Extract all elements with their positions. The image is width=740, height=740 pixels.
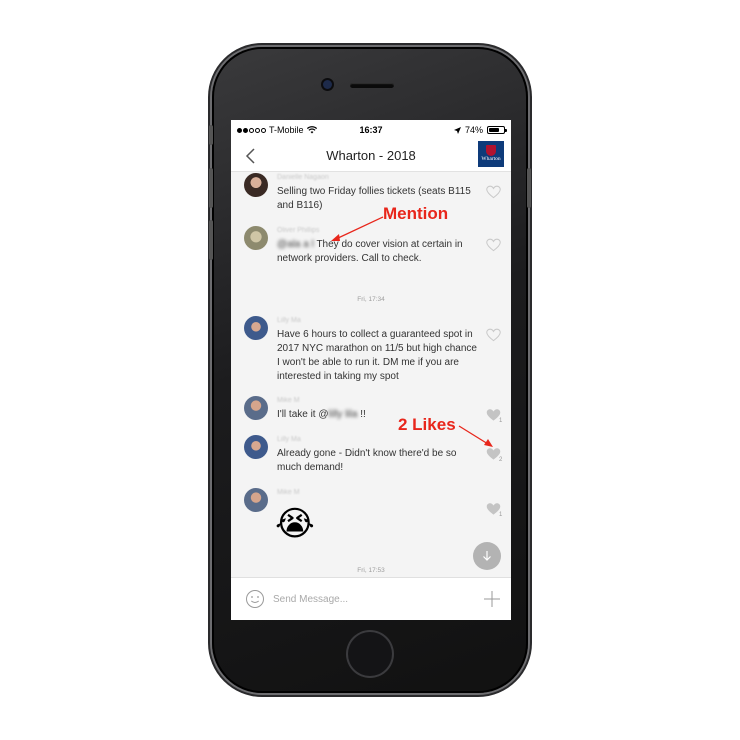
- logo-text: Wharton: [481, 156, 501, 163]
- avatar[interactable]: [244, 396, 268, 420]
- avatar[interactable]: [244, 226, 268, 250]
- message-text: Already gone - Didn't know there'd be so…: [277, 448, 457, 473]
- time-separator: Fri, 17:53: [357, 567, 385, 574]
- avatar[interactable]: [244, 316, 268, 340]
- power-button: [527, 168, 531, 208]
- battery-level: [489, 128, 500, 132]
- arrow-down-icon: [483, 551, 491, 561]
- avatar[interactable]: [244, 435, 268, 459]
- location-arrow-icon: [453, 126, 461, 134]
- group-logo[interactable]: Wharton: [478, 141, 504, 167]
- sender-name: Lilly Ma: [277, 317, 301, 324]
- group-title: Wharton - 2018: [326, 148, 416, 163]
- heart-icon[interactable]: [486, 328, 501, 342]
- navigation-bar: Wharton - 2018 Wharton: [231, 140, 511, 172]
- volume-up-button: [209, 168, 213, 208]
- home-button[interactable]: [348, 632, 392, 676]
- front-camera: [323, 80, 332, 89]
- like-count: 1: [499, 418, 503, 424]
- emoji-picker-icon[interactable]: [245, 589, 265, 609]
- mute-switch: [209, 125, 213, 145]
- likes-annotation: 2 Likes: [398, 415, 456, 434]
- scroll-to-bottom-button[interactable]: [473, 542, 501, 570]
- shield-icon: [486, 145, 496, 157]
- message-input[interactable]: [273, 589, 473, 609]
- avatar[interactable]: [244, 173, 268, 197]
- message-text: @ala a l They do cover vision at certain…: [277, 238, 477, 266]
- volume-down-button: [209, 220, 213, 260]
- like-count: 1: [499, 512, 503, 518]
- sender-name: Lilly Ma: [277, 436, 301, 443]
- sender-name: Mike M: [277, 397, 300, 404]
- like-count: 2: [499, 457, 503, 463]
- battery-icon: [487, 126, 507, 134]
- earpiece-speaker: [350, 83, 394, 88]
- time-separator: Fri, 17:34: [357, 296, 385, 303]
- message-composer: [231, 577, 511, 620]
- heart-icon[interactable]: [486, 185, 501, 199]
- sender-name: Mike M: [277, 489, 300, 496]
- sender-name: Oliver Phillips: [277, 227, 320, 234]
- message-text: Have 6 hours to collect a guaranteed spo…: [277, 329, 477, 382]
- message-body: I'll take it @: [277, 409, 329, 420]
- phone-screen: T-Mobile 16:37 74% Wharton - 2018 Wharto…: [231, 120, 511, 620]
- battery-percent: 74%: [464, 125, 483, 135]
- status-bar: T-Mobile 16:37 74%: [231, 120, 511, 140]
- sender-name: Danielle Nagaon: [277, 174, 329, 181]
- message-body: !!: [357, 409, 366, 420]
- plus-icon[interactable]: [483, 590, 501, 608]
- mention-annotation: Mention: [383, 204, 449, 223]
- crying-emoji: 😭: [275, 505, 315, 543]
- blurred-mention[interactable]: lilly lila: [329, 409, 358, 420]
- heart-icon[interactable]: [486, 238, 501, 252]
- avatar[interactable]: [244, 488, 268, 512]
- blurred-mention[interactable]: @ala a l: [277, 239, 314, 250]
